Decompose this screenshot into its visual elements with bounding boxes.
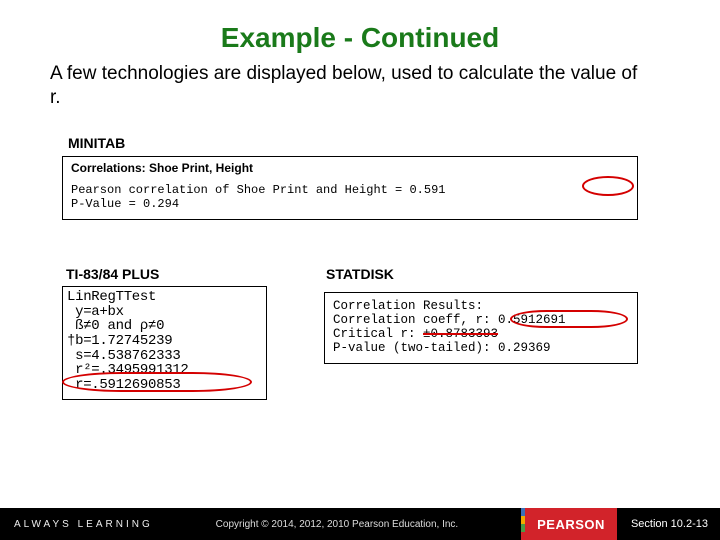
- always-learning-text: ALWAYS LEARNING: [14, 519, 153, 530]
- statdisk-line3: Critical r: ±0.8783393: [333, 327, 629, 341]
- pearson-block: PEARSON: [521, 508, 617, 540]
- statdisk-output-box: Correlation Results: Correlation coeff, …: [324, 292, 638, 364]
- minitab-output-box: Correlations: Shoe Print, Height Pearson…: [62, 156, 638, 220]
- copyright-text: Copyright © 2014, 2012, 2010 Pearson Edu…: [153, 519, 521, 530]
- footer-bar: ALWAYS LEARNING Copyright © 2014, 2012, …: [0, 508, 720, 540]
- statdisk-line4: P-value (two-tailed): 0.29369: [333, 341, 629, 355]
- slide: Example - Continued A few technologies a…: [0, 0, 720, 540]
- minitab-label: MINITAB: [68, 135, 125, 151]
- statdisk-l3a: Critical r:: [333, 327, 423, 341]
- statdisk-label: STATDISK: [326, 266, 394, 282]
- minitab-heading: Correlations: Shoe Print, Height: [71, 161, 629, 175]
- minitab-line1: Pearson correlation of Shoe Print and He…: [71, 183, 629, 197]
- slide-title: Example - Continued: [0, 22, 720, 54]
- statdisk-l2a: Correlation coeff,: [333, 313, 476, 327]
- highlight-circle-minitab: [582, 176, 634, 196]
- intro-text: A few technologies are displayed below, …: [50, 62, 640, 110]
- ti-label: TI-83/84 PLUS: [66, 266, 159, 282]
- intro-span: A few technologies are displayed below, …: [50, 63, 637, 108]
- statdisk-critical-r: ±0.8783393: [423, 327, 498, 341]
- highlight-circle-statdisk: [510, 310, 628, 328]
- highlight-circle-ti: [62, 372, 252, 392]
- minitab-r-value: 0.591: [409, 183, 445, 197]
- minitab-line2: P-Value = 0.294: [71, 197, 629, 211]
- pearson-logo-text: PEARSON: [525, 508, 617, 540]
- minitab-line1-pre: Pearson correlation of Shoe Print and He…: [71, 183, 409, 197]
- section-number: Section 10.2-13: [617, 518, 720, 530]
